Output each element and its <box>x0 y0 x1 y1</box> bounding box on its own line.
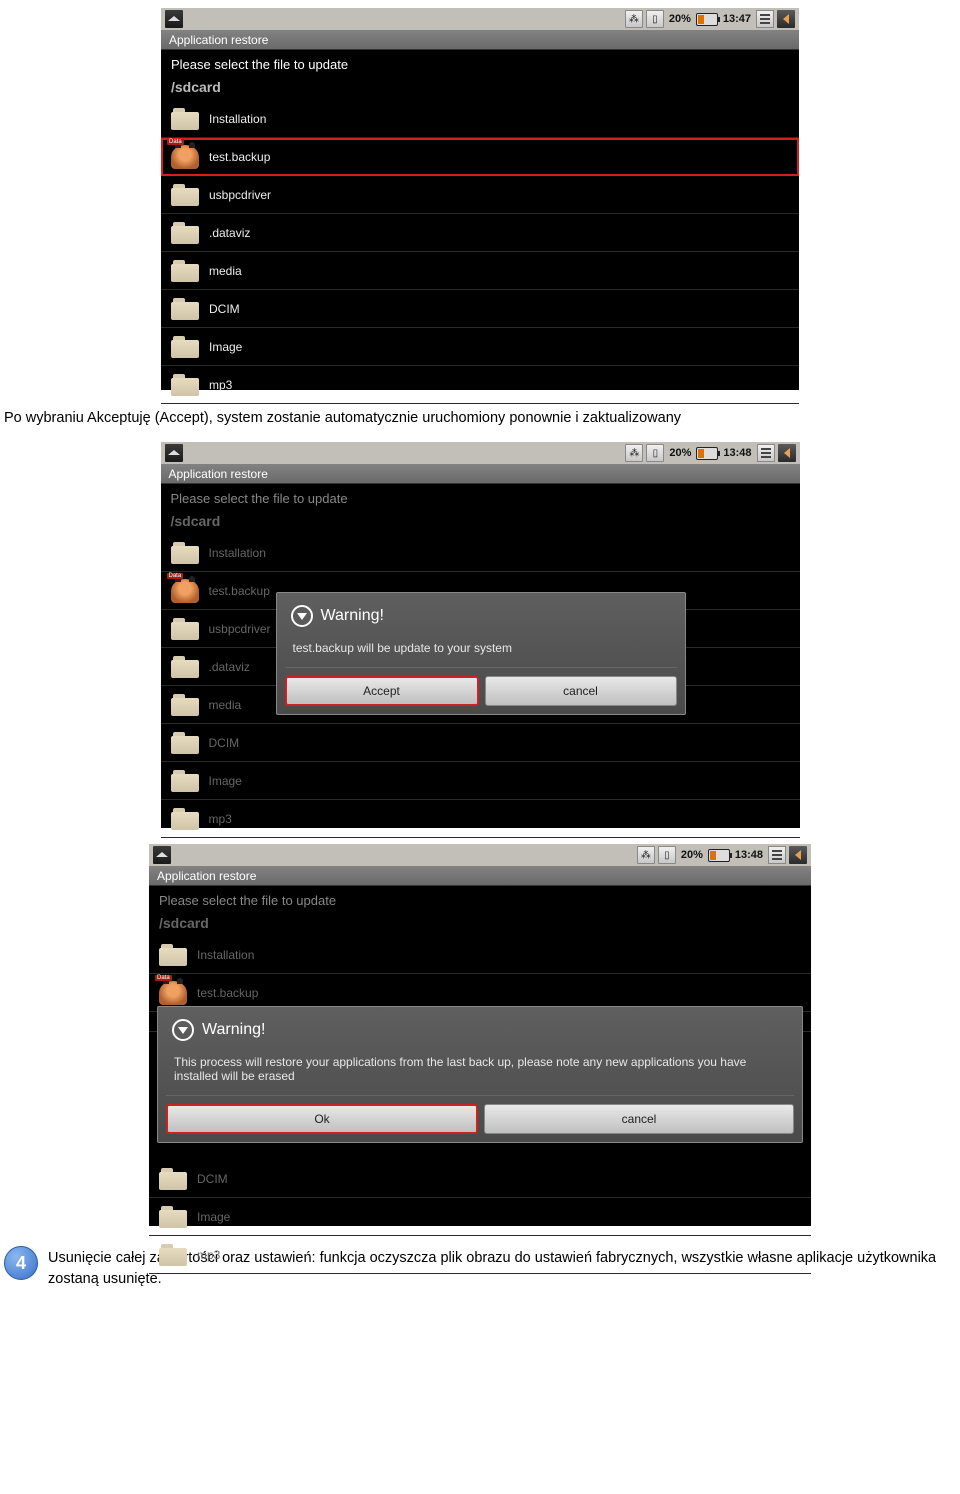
file-name: Installation <box>209 112 266 126</box>
clock: 13:47 <box>721 13 753 25</box>
file-name: mp3 <box>209 378 232 392</box>
signal-icon: ▯ <box>658 846 676 864</box>
battery-percent: 20% <box>679 849 705 861</box>
screenshot-warning-dialog-2: ⁂ ▯ 20% 13:48 Application restore Please… <box>149 844 811 1226</box>
list-item[interactable]: DCIM <box>161 290 799 328</box>
warning-icon <box>172 1019 194 1041</box>
instruction-text: Please select the file to update <box>161 50 799 77</box>
file-list: Installation Data test.backup usbpcdrive… <box>161 100 799 404</box>
current-path: /sdcard <box>149 913 811 936</box>
list-item[interactable]: Installation <box>161 100 799 138</box>
app-title: Application restore <box>161 30 799 50</box>
bluetooth-icon: ⁂ <box>625 444 643 462</box>
file-name: DCIM <box>209 302 240 316</box>
warning-icon <box>291 605 313 627</box>
clock: 13:48 <box>721 447 753 459</box>
battery-icon <box>696 13 718 26</box>
file-name: Image <box>209 340 242 354</box>
clock: 13:48 <box>733 849 765 861</box>
backup-file-icon: Data <box>171 145 199 169</box>
list-item[interactable]: mp3 <box>161 366 799 404</box>
home-icon[interactable] <box>165 10 183 28</box>
instruction-text: Please select the file to update <box>149 886 811 913</box>
app-title: Application restore <box>149 866 811 886</box>
step-badge: 4 <box>4 1246 38 1280</box>
folder-icon <box>171 108 199 130</box>
home-icon[interactable] <box>165 444 183 462</box>
warning-dialog: Warning! This process will restore your … <box>157 1006 803 1143</box>
battery-icon <box>708 849 730 862</box>
list-item[interactable]: media <box>161 252 799 290</box>
status-bar: ⁂ ▯ 20% 13:47 <box>161 8 799 30</box>
folder-icon <box>171 336 199 358</box>
menu-icon[interactable] <box>768 846 786 864</box>
current-path: /sdcard <box>161 511 800 534</box>
dialog-body: test.backup will be update to your syste… <box>285 635 677 668</box>
signal-icon: ▯ <box>646 444 664 462</box>
cancel-button[interactable]: cancel <box>484 1104 794 1134</box>
battery-icon <box>696 447 718 460</box>
folder-icon <box>171 298 199 320</box>
dialog-body: This process will restore your applicati… <box>166 1049 794 1096</box>
list-item-selected[interactable]: Data test.backup <box>161 138 799 176</box>
screenshot-warning-dialog-1: ⁂ ▯ 20% 13:48 Application restore Please… <box>161 442 800 828</box>
list-item[interactable]: usbpcdriver <box>161 176 799 214</box>
list-item[interactable]: .dataviz <box>161 214 799 252</box>
status-bar: ⁂ ▯ 20% 13:48 <box>149 844 811 866</box>
back-icon[interactable] <box>777 10 795 28</box>
file-name: test.backup <box>209 150 270 164</box>
dialog-title: Warning! <box>202 1021 265 1039</box>
warning-dialog: Warning! test.backup will be update to y… <box>276 592 686 715</box>
dialog-title: Warning! <box>321 607 384 625</box>
menu-icon[interactable] <box>756 10 774 28</box>
accept-button[interactable]: Accept <box>285 676 479 706</box>
cancel-button[interactable]: cancel <box>485 676 677 706</box>
file-name: usbpcdriver <box>209 188 271 202</box>
folder-icon <box>171 374 199 396</box>
folder-icon <box>171 222 199 244</box>
list-item[interactable]: Image <box>161 328 799 366</box>
back-icon[interactable] <box>778 444 796 462</box>
status-bar: ⁂ ▯ 20% 13:48 <box>161 442 800 464</box>
folder-icon <box>171 184 199 206</box>
folder-icon <box>171 260 199 282</box>
home-icon[interactable] <box>153 846 171 864</box>
bluetooth-icon: ⁂ <box>625 10 643 28</box>
battery-percent: 20% <box>667 447 693 459</box>
app-title: Application restore <box>161 464 800 484</box>
file-name: .dataviz <box>209 226 250 240</box>
instruction-text: Please select the file to update <box>161 484 800 511</box>
menu-icon[interactable] <box>757 444 775 462</box>
screenshot-file-list: ⁂ ▯ 20% 13:47 Application restore Please… <box>161 8 799 390</box>
back-icon[interactable] <box>789 846 807 864</box>
current-path: /sdcard <box>161 77 799 100</box>
bluetooth-icon: ⁂ <box>637 846 655 864</box>
file-name: media <box>209 264 242 278</box>
signal-icon: ▯ <box>646 10 664 28</box>
ok-button[interactable]: Ok <box>166 1104 478 1134</box>
battery-percent: 20% <box>667 13 693 25</box>
